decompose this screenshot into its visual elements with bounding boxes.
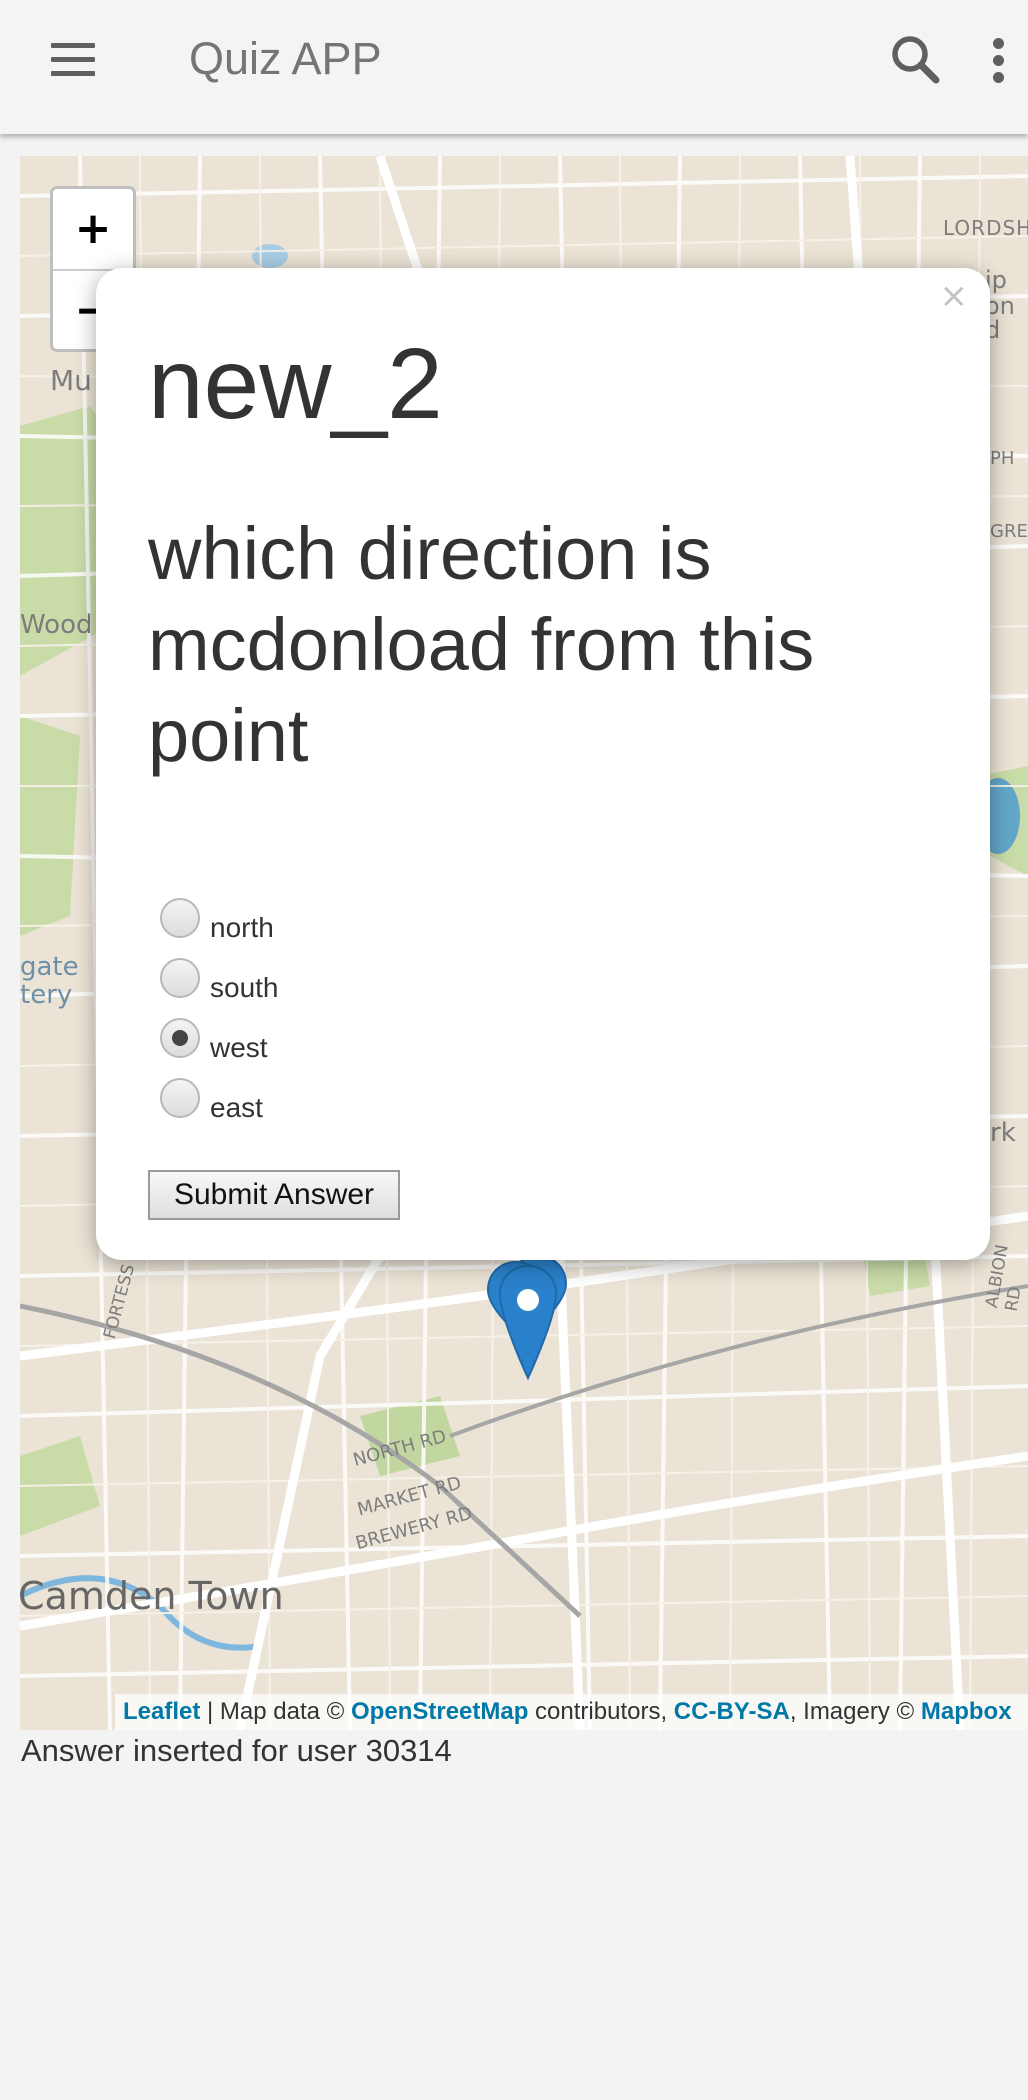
map-marker-icon[interactable] [482, 1256, 592, 1386]
attribution-text: contributors, [528, 1698, 674, 1725]
radio-east[interactable] [160, 1078, 200, 1118]
map-label: gate [20, 952, 79, 982]
attribution-text: | Map data © [200, 1698, 352, 1725]
close-icon[interactable]: × [940, 276, 969, 316]
zoom-in-button[interactable]: + [53, 189, 133, 271]
search-icon[interactable] [886, 30, 946, 90]
app-bar: Quiz APP [0, 0, 1028, 134]
app-title: Quiz APP [189, 33, 382, 84]
hamburger-menu-icon[interactable] [46, 40, 102, 84]
map-label: rk [990, 1118, 1016, 1148]
quiz-popup: × new_2 which direction is mcdonload fro… [96, 268, 990, 1260]
submit-answer-button[interactable]: Submit Answer [148, 1170, 400, 1220]
attribution-text: , Imagery © [789, 1698, 921, 1725]
osm-link[interactable]: OpenStreetMap [351, 1698, 528, 1725]
question-title: new_2 [148, 328, 443, 440]
map-label: GRE [990, 521, 1028, 542]
option-label: east [210, 1092, 263, 1123]
map-label: Wood [20, 610, 93, 640]
license-link[interactable]: CC-BY-SA [674, 1698, 790, 1725]
radio-west[interactable] [160, 1018, 200, 1058]
question-text: which direction is mcdonload from this p… [148, 512, 815, 777]
option-label: south [210, 972, 279, 1003]
map-label-camden-town: Camden Town [20, 1574, 284, 1618]
leaflet-link[interactable]: Leaflet [123, 1698, 200, 1725]
map-label: LORDSH [943, 216, 1028, 240]
status-message: Answer inserted for user 30314 [21, 1733, 452, 1768]
mapbox-link[interactable]: Mapbox [921, 1698, 1012, 1725]
map-label: tery [20, 980, 73, 1010]
map-label: PH [990, 448, 1015, 469]
option-label: west [210, 1032, 268, 1063]
option-label: north [210, 912, 274, 943]
map-attribution: Leaflet | Map data © OpenStreetMap contr… [115, 1694, 1028, 1730]
radio-north[interactable] [160, 898, 200, 938]
map-label: Mu [50, 364, 92, 397]
radio-south[interactable] [160, 958, 200, 998]
more-vert-icon[interactable] [984, 34, 1014, 84]
